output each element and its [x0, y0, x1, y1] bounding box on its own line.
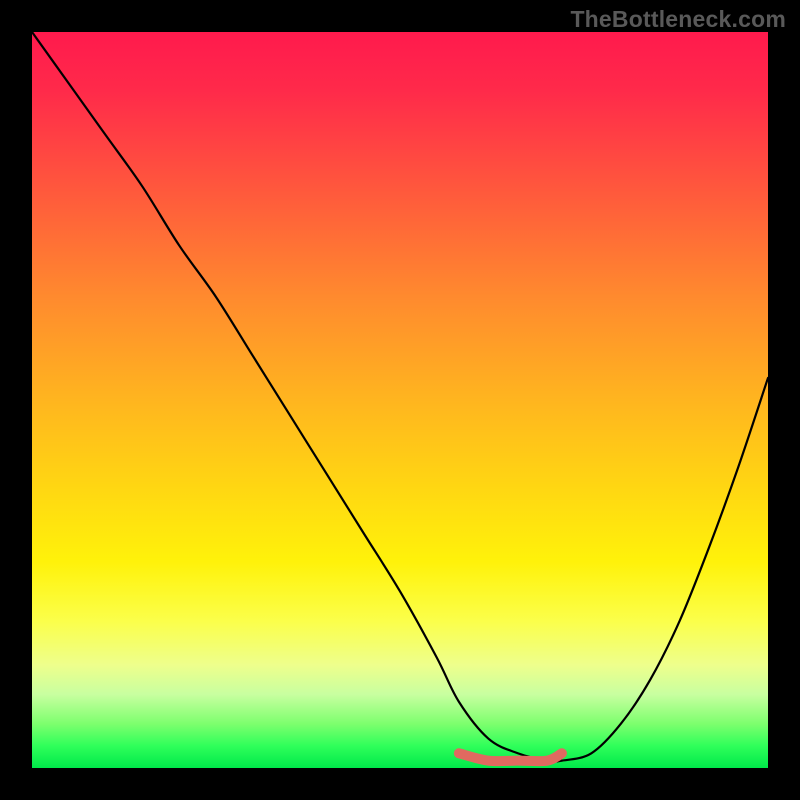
- watermark-text: TheBottleneck.com: [570, 6, 786, 33]
- bottom-highlight: [459, 753, 562, 761]
- chart-frame: TheBottleneck.com: [0, 0, 800, 800]
- curve-layer: [32, 32, 768, 768]
- plot-area: [32, 32, 768, 768]
- bottleneck-curve: [32, 32, 768, 762]
